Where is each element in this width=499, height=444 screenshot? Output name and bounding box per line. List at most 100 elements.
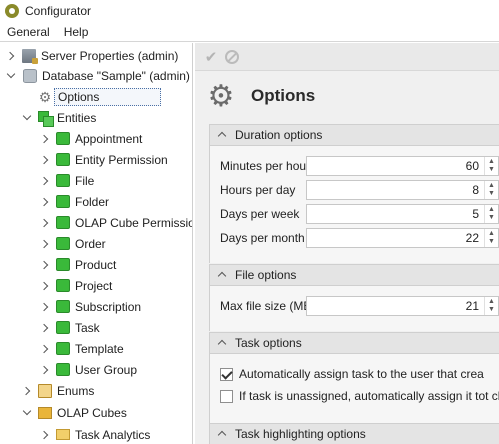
- menu-help[interactable]: Help: [57, 25, 96, 39]
- tree-item-entity[interactable]: Project: [40, 275, 112, 296]
- tree-item-enums[interactable]: Enums: [22, 380, 94, 401]
- stepper-buttons[interactable]: ▲ ▼: [484, 157, 498, 175]
- max-file-size-stepper[interactable]: 21 ▲ ▼: [306, 296, 499, 316]
- toolbar: ✔: [195, 43, 499, 71]
- tree-item-entities[interactable]: Entities: [22, 107, 96, 128]
- tree-item-options[interactable]: ⚙ Options: [22, 86, 161, 107]
- stepper-buttons[interactable]: ▲ ▼: [484, 205, 498, 223]
- spin-up-icon[interactable]: ▲: [488, 230, 495, 238]
- group-body-task: Automatically assign task to the user th…: [209, 354, 499, 423]
- chevron-right-icon[interactable]: [40, 302, 50, 312]
- tree-item-entity[interactable]: Appointment: [40, 128, 142, 149]
- tree-item-entity[interactable]: Folder: [40, 191, 109, 212]
- tree-item-entity[interactable]: Order: [40, 233, 106, 254]
- group-title: Task highlighting options: [235, 427, 366, 441]
- spin-down-icon[interactable]: ▼: [488, 190, 495, 198]
- tree-label: Task: [75, 320, 100, 335]
- days-per-month-stepper[interactable]: 22 ▲ ▼: [306, 228, 499, 248]
- spin-up-icon[interactable]: ▲: [488, 298, 495, 306]
- chevron-right-icon[interactable]: [40, 365, 50, 375]
- group-header-file[interactable]: File options: [209, 264, 499, 286]
- group-title: File options: [235, 268, 297, 282]
- field-days-per-week: Days per week: [220, 204, 306, 224]
- checkbox-label[interactable]: Automatically assign task to the user th…: [239, 367, 484, 381]
- database-icon: [23, 68, 37, 83]
- stepper-value[interactable]: 21: [307, 299, 484, 313]
- chevron-up-icon[interactable]: [218, 131, 226, 139]
- chevron-down-icon[interactable]: [22, 113, 32, 123]
- tree-item-entity[interactable]: Entity Permission: [40, 149, 168, 170]
- tree-item-entity[interactable]: File: [40, 170, 94, 191]
- entity-icon: [56, 258, 70, 271]
- auto-assign-checkbox[interactable]: [220, 367, 233, 381]
- field-label: Days per week: [220, 207, 300, 221]
- stepper-value[interactable]: 8: [307, 183, 484, 197]
- chevron-right-icon[interactable]: [40, 323, 50, 333]
- window-title: Configurator: [25, 4, 92, 18]
- chevron-down-icon[interactable]: [22, 408, 32, 418]
- entity-icon: [56, 279, 70, 292]
- stepper-buttons[interactable]: ▲ ▼: [484, 297, 498, 315]
- checkbox-label[interactable]: If task is unassigned, automatically ass…: [239, 389, 499, 403]
- chevron-right-icon[interactable]: [40, 430, 50, 440]
- entity-icon: [56, 342, 70, 355]
- stepper-buttons[interactable]: ▲ ▼: [484, 181, 498, 199]
- chevron-up-icon[interactable]: [218, 430, 226, 438]
- menu-general[interactable]: General: [0, 25, 57, 39]
- field-max-file-size: Max file size (MB): [220, 296, 320, 316]
- chevron-right-icon[interactable]: [40, 218, 50, 228]
- tree-item-entity[interactable]: Template: [40, 338, 124, 359]
- group-title: Task options: [235, 336, 302, 350]
- title-bar: Configurator: [0, 0, 499, 22]
- chevron-right-icon[interactable]: [40, 134, 50, 144]
- tree-item-entity[interactable]: User Group: [40, 359, 137, 380]
- spin-up-icon[interactable]: ▲: [488, 206, 495, 214]
- spin-up-icon[interactable]: ▲: [488, 158, 495, 166]
- spin-down-icon[interactable]: ▼: [488, 166, 495, 174]
- spin-down-icon[interactable]: ▼: [488, 306, 495, 314]
- spin-down-icon[interactable]: ▼: [488, 214, 495, 222]
- chevron-down-icon[interactable]: [6, 71, 16, 81]
- tree-item-entity[interactable]: Product: [40, 254, 116, 275]
- chevron-right-icon[interactable]: [40, 176, 50, 186]
- stepper-value[interactable]: 22: [307, 231, 484, 245]
- chevron-right-icon[interactable]: [6, 51, 16, 61]
- tree-item-database[interactable]: Database "Sample" (admin): [6, 65, 190, 86]
- group-header-duration[interactable]: Duration options: [209, 124, 499, 146]
- auto-assign-checkbox-row[interactable]: Automatically assign task to the user th…: [220, 365, 484, 383]
- entity-icon: [56, 300, 70, 313]
- group-body-file: Max file size (MB) 21 ▲ ▼: [209, 286, 499, 331]
- stepper-buttons[interactable]: ▲ ▼: [484, 229, 498, 247]
- chevron-right-icon[interactable]: [22, 386, 32, 396]
- tree-item-task-analytics[interactable]: Task Analytics: [40, 424, 150, 444]
- stepper-value[interactable]: 60: [307, 159, 484, 173]
- chevron-right-icon[interactable]: [40, 281, 50, 291]
- chevron-right-icon[interactable]: [40, 260, 50, 270]
- unassigned-checkbox[interactable]: [220, 389, 233, 403]
- group-header-task[interactable]: Task options: [209, 332, 499, 354]
- tree-label: Order: [75, 236, 106, 251]
- days-per-week-stepper[interactable]: 5 ▲ ▼: [306, 204, 499, 224]
- tree-item-entity[interactable]: OLAP Cube Permission: [40, 212, 192, 233]
- spin-down-icon[interactable]: ▼: [488, 238, 495, 246]
- chevron-right-icon[interactable]: [40, 197, 50, 207]
- check-icon[interactable]: ✔: [203, 49, 219, 66]
- cancel-icon[interactable]: [225, 49, 239, 64]
- tree-item-olap-cubes[interactable]: OLAP Cubes: [22, 402, 127, 423]
- chevron-up-icon[interactable]: [218, 271, 226, 279]
- entity-icon: [56, 153, 70, 166]
- chevron-up-icon[interactable]: [218, 339, 226, 347]
- tree-label: Subscription: [75, 299, 142, 314]
- chevron-right-icon[interactable]: [40, 239, 50, 249]
- chevron-right-icon[interactable]: [40, 344, 50, 354]
- hours-per-day-stepper[interactable]: 8 ▲ ▼: [306, 180, 499, 200]
- minutes-per-hour-stepper[interactable]: 60 ▲ ▼: [306, 156, 499, 176]
- spin-up-icon[interactable]: ▲: [488, 182, 495, 190]
- chevron-right-icon[interactable]: [40, 155, 50, 165]
- tree-item-entity[interactable]: Task: [40, 317, 100, 338]
- stepper-value[interactable]: 5: [307, 207, 484, 221]
- unassigned-checkbox-row[interactable]: If task is unassigned, automatically ass…: [220, 387, 499, 405]
- group-header-highlighting[interactable]: Task highlighting options: [209, 423, 499, 444]
- tree-item-server-properties[interactable]: Server Properties (admin): [6, 45, 178, 66]
- tree-item-entity[interactable]: Subscription: [40, 296, 141, 317]
